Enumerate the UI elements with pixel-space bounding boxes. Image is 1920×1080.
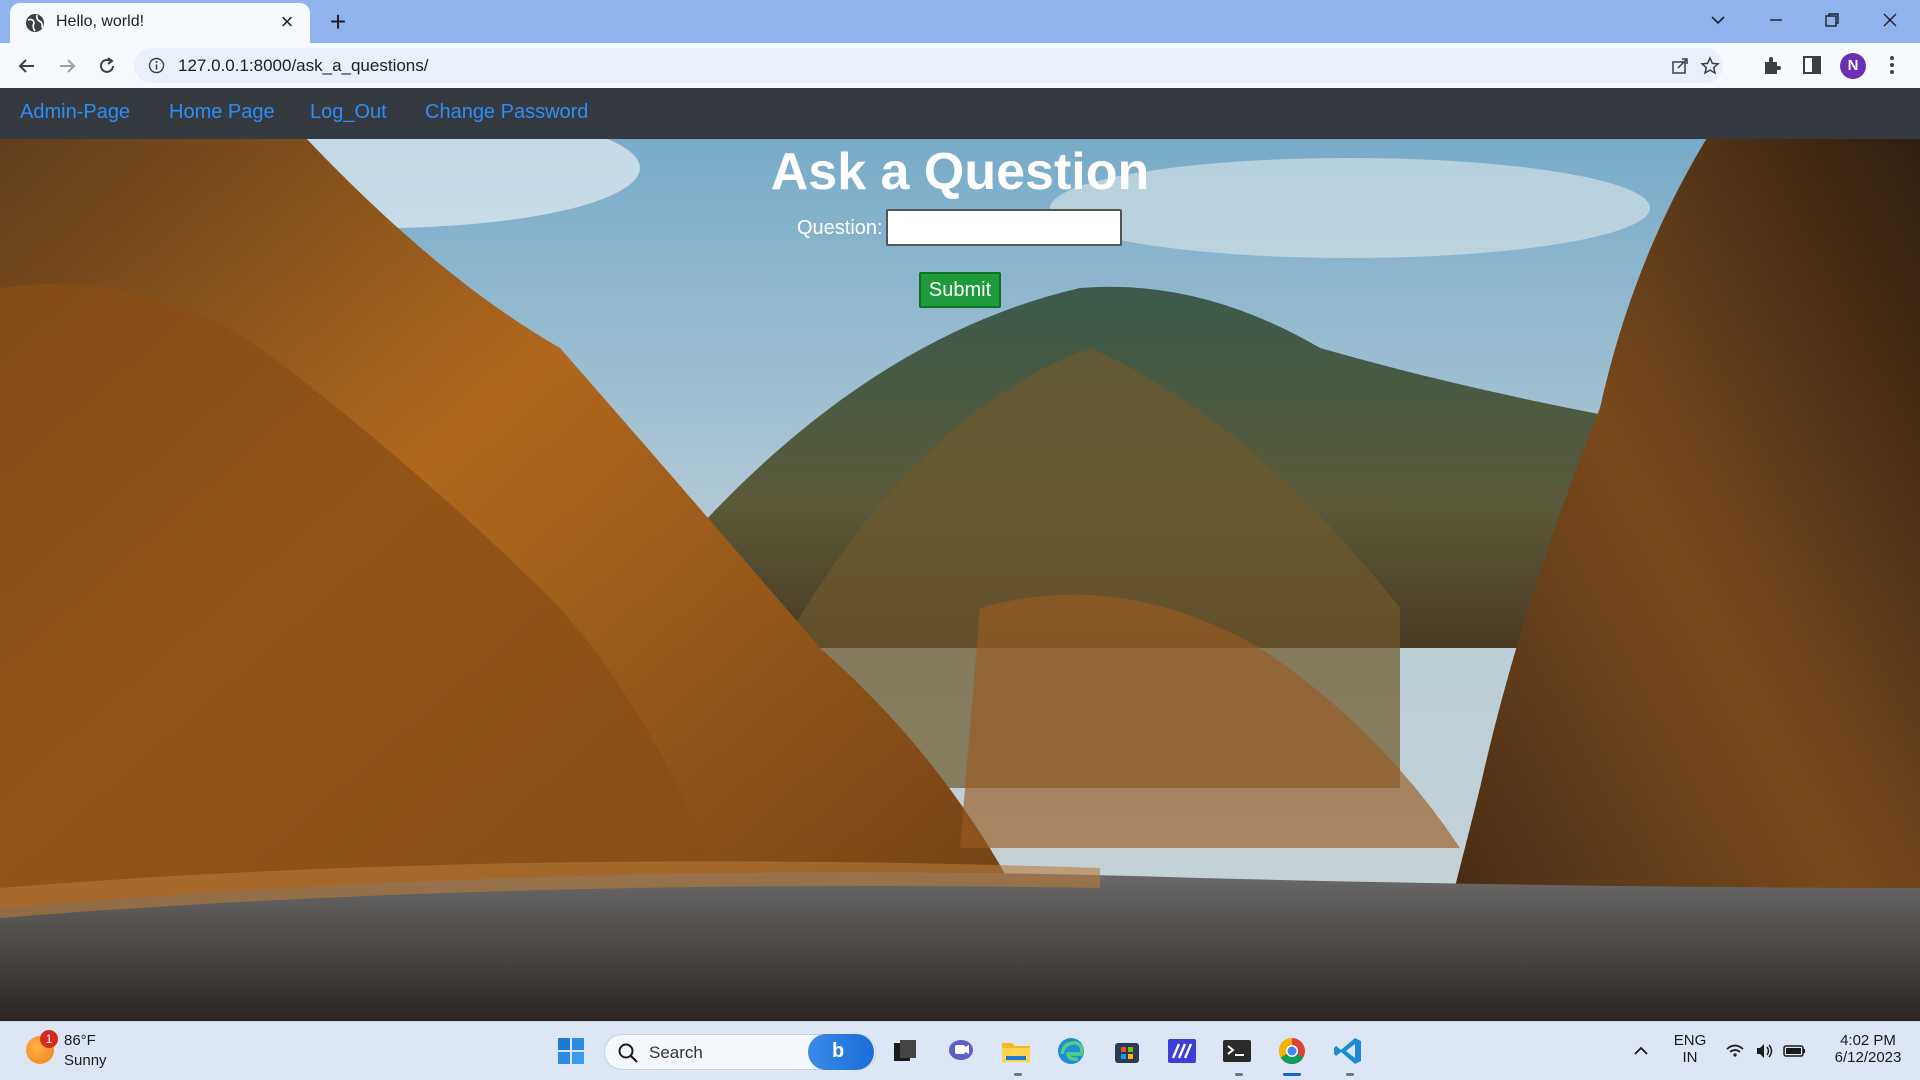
task-view-button[interactable] xyxy=(888,1034,922,1068)
back-button[interactable] xyxy=(12,51,42,81)
share-icon[interactable] xyxy=(1670,56,1690,76)
start-button[interactable] xyxy=(554,1034,588,1068)
globe-icon xyxy=(26,14,44,32)
close-window-button[interactable] xyxy=(1866,2,1916,38)
side-panel-icon xyxy=(1803,56,1821,74)
edge-icon xyxy=(1058,1038,1084,1064)
edge-button[interactable] xyxy=(1054,1034,1088,1068)
forward-button[interactable] xyxy=(52,51,82,81)
active-indicator xyxy=(1283,1073,1301,1076)
store-icon xyxy=(1115,1043,1139,1063)
browser-tab[interactable]: Hello, world! × xyxy=(10,3,310,43)
search-icon xyxy=(618,1043,638,1063)
reload-button[interactable] xyxy=(92,51,122,81)
restore-icon xyxy=(1825,13,1839,27)
browser-toolbar: 127.0.0.1:8000/ask_a_questions/ N xyxy=(0,43,1920,88)
language-indicator[interactable]: ENG IN xyxy=(1670,1032,1710,1066)
show-hidden-icons-button[interactable] xyxy=(1624,1034,1658,1068)
network-status[interactable] xyxy=(1718,1034,1752,1068)
chevron-up-icon xyxy=(1634,1046,1648,1055)
battery-icon xyxy=(1783,1045,1805,1057)
vscode-button[interactable] xyxy=(1331,1034,1365,1068)
task-view-icon xyxy=(894,1040,916,1061)
minimize-button[interactable] xyxy=(1752,2,1802,38)
info-icon[interactable] xyxy=(148,57,165,74)
restore-button[interactable] xyxy=(1808,2,1858,38)
page-title: Ask a Question xyxy=(770,143,1150,201)
volume-control[interactable] xyxy=(1748,1034,1782,1068)
speaker-icon xyxy=(1757,1044,1773,1058)
nav-link-admin-page[interactable]: Admin-Page xyxy=(20,101,130,124)
language-code: ENG xyxy=(1673,1032,1707,1049)
weather-temperature: 86°F xyxy=(64,1032,96,1049)
close-tab-icon[interactable]: × xyxy=(274,9,300,35)
new-tab-button[interactable]: + xyxy=(322,6,354,38)
extensions-button[interactable] xyxy=(1760,53,1786,79)
search-label: Search xyxy=(649,1043,703,1062)
nav-link-change-password[interactable]: Change Password xyxy=(425,101,588,124)
file-explorer-button[interactable] xyxy=(999,1034,1033,1068)
question-label: Question: xyxy=(797,217,883,239)
running-indicator xyxy=(1346,1073,1354,1076)
nav-link-home-page[interactable]: Home Page xyxy=(169,101,275,124)
running-indicator xyxy=(1014,1073,1022,1076)
clock-date: 6/12/2023 xyxy=(1834,1049,1902,1066)
reload-icon xyxy=(100,57,114,73)
clock[interactable]: 4:02 PM 6/12/2023 xyxy=(1818,1032,1918,1066)
puzzle-icon xyxy=(1765,57,1781,74)
arrow-left-icon xyxy=(18,59,34,73)
arrow-right-icon xyxy=(60,59,76,73)
bing-chat-button[interactable]: b xyxy=(808,1034,874,1070)
close-icon xyxy=(1883,13,1897,27)
more-vert-icon xyxy=(1890,56,1894,74)
battery-status[interactable] xyxy=(1778,1034,1812,1068)
chevron-down-icon xyxy=(1711,16,1725,25)
question-input[interactable] xyxy=(886,209,1122,246)
terminal-button[interactable] xyxy=(1220,1034,1254,1068)
chrome-menu-button[interactable] xyxy=(1880,53,1906,79)
notification-badge: 1 xyxy=(40,1030,58,1048)
side-panel-button[interactable] xyxy=(1800,53,1826,79)
visual-studio-icon xyxy=(1168,1039,1196,1063)
url-text: 127.0.0.1:8000/ask_a_questions/ xyxy=(178,56,429,75)
microsoft-store-button[interactable] xyxy=(1110,1034,1144,1068)
wifi-icon xyxy=(1726,1044,1744,1057)
tab-search-button[interactable] xyxy=(1694,2,1744,38)
terminal-icon xyxy=(1223,1040,1251,1062)
weather-description: Sunny xyxy=(64,1052,107,1069)
vscode-icon xyxy=(1334,1038,1361,1064)
nav-link-log-out[interactable]: Log_Out xyxy=(310,101,387,124)
submit-button[interactable]: Submit xyxy=(919,272,1001,308)
teams-chat-button[interactable] xyxy=(944,1034,978,1068)
minimize-icon xyxy=(1770,19,1782,21)
running-indicator xyxy=(1235,1073,1243,1076)
windows-taskbar: 1 86°F Sunny Search b ENG IN 4:02 PM 6/1… xyxy=(0,1021,1920,1080)
address-bar[interactable]: 127.0.0.1:8000/ask_a_questions/ xyxy=(134,48,1723,83)
chrome-button[interactable] xyxy=(1275,1034,1309,1068)
windows-start-icon xyxy=(558,1038,584,1064)
browser-tab-strip: Hello, world! × + xyxy=(0,0,1920,43)
bing-icon: b xyxy=(832,1040,845,1062)
teams-icon xyxy=(949,1040,973,1060)
bookmark-star-icon[interactable] xyxy=(1700,56,1720,76)
site-navbar: Admin-Page Home Page Log_Out Change Pass… xyxy=(0,88,1920,139)
language-region: IN xyxy=(1682,1049,1698,1066)
visual-studio-button[interactable] xyxy=(1165,1034,1199,1068)
folder-icon xyxy=(1002,1043,1030,1062)
chrome-icon xyxy=(1278,1037,1305,1065)
profile-avatar[interactable]: N xyxy=(1840,53,1866,79)
tab-title: Hello, world! xyxy=(56,13,145,30)
clock-time: 4:02 PM xyxy=(1840,1032,1896,1049)
